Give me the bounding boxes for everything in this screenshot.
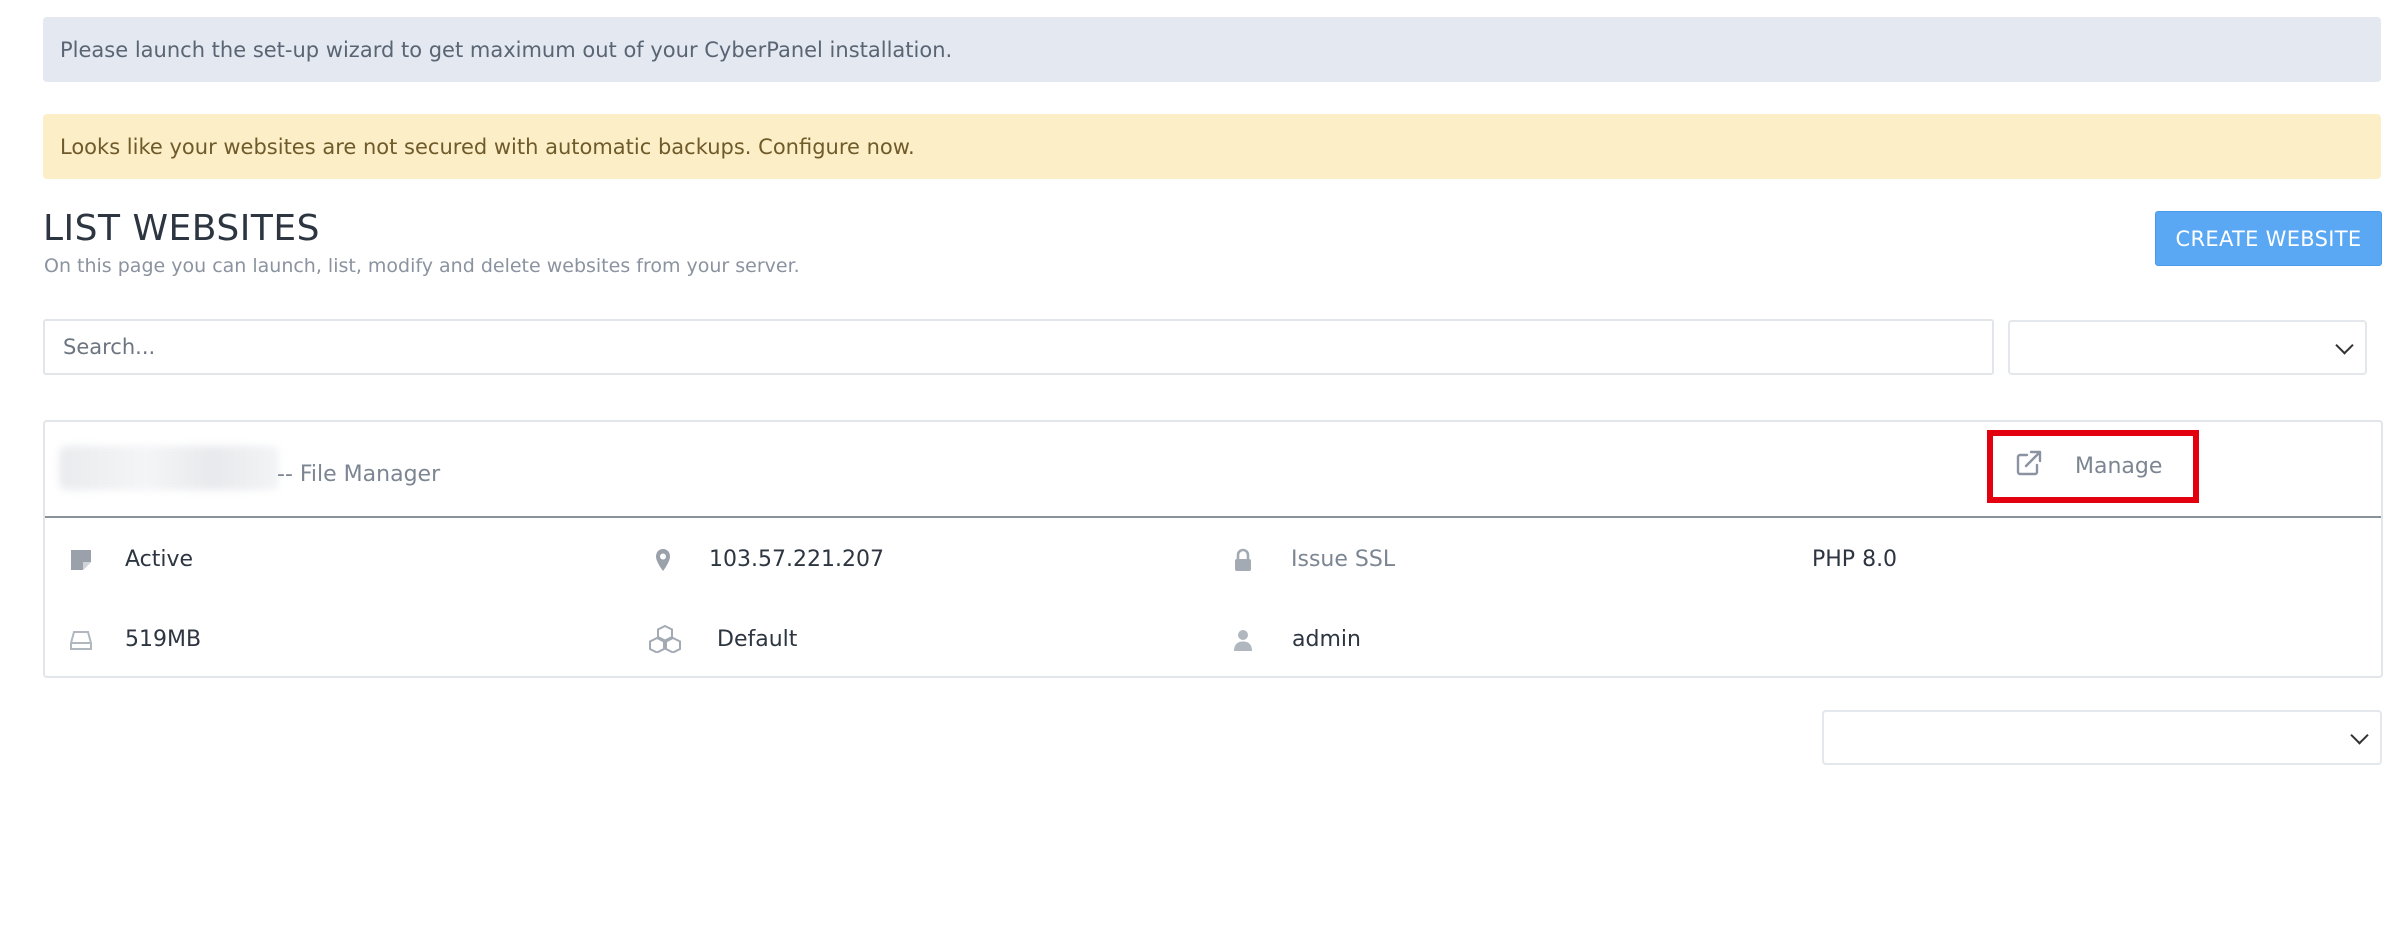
search-input[interactable]: [43, 319, 1994, 375]
php-item: PHP 8.0: [1812, 547, 1897, 572]
page-subtitle: On this page you can launch, list, modif…: [44, 255, 800, 277]
external-link-icon: [2016, 450, 2042, 475]
cubes-icon: [649, 625, 681, 653]
website-card: -- File Manager Manage Active 103.57.221…: [43, 420, 2383, 678]
package-value: Default: [717, 626, 798, 652]
map-marker-icon: [656, 548, 670, 571]
pagination-select[interactable]: [1822, 710, 2382, 765]
owner-value: admin: [1292, 627, 1361, 652]
chevron-down-icon: [2335, 335, 2354, 355]
create-website-button[interactable]: CREATE WEBSITE: [2155, 211, 2382, 266]
hdd-icon: [70, 630, 92, 650]
note-icon: [71, 549, 91, 570]
disk-item: 519MB: [69, 627, 201, 652]
website-domain-redacted[interactable]: [59, 446, 279, 490]
package-item: Default: [649, 625, 797, 653]
ip-value: 103.57.221.207: [709, 547, 884, 572]
create-website-button-label: CREATE WEBSITE: [2175, 226, 2362, 251]
status-item: Active: [69, 547, 193, 572]
owner-item: admin: [1231, 627, 1361, 652]
setup-wizard-alert[interactable]: Please launch the set-up wizard to get m…: [43, 17, 2381, 82]
php-version-value: PHP 8.0: [1812, 547, 1898, 572]
filter-select[interactable]: [2008, 320, 2367, 375]
manage-label: Manage: [2075, 454, 2163, 479]
website-card-header: -- File Manager Manage: [45, 422, 2381, 518]
ssl-item: Issue SSL: [1231, 547, 1395, 572]
backup-alert[interactable]: Looks like your websites are not secured…: [43, 114, 2381, 179]
lock-icon: [1235, 548, 1251, 571]
user-icon: [1234, 629, 1252, 651]
status-value: Active: [125, 547, 194, 572]
backup-alert-text: Looks like your websites are not secured…: [60, 134, 915, 159]
ip-item: 103.57.221.207: [651, 547, 884, 572]
file-manager-link[interactable]: -- File Manager: [277, 462, 440, 487]
chevron-down-icon: [2350, 725, 2369, 745]
disk-usage-value: 519MB: [125, 627, 202, 652]
issue-ssl-link[interactable]: Issue SSL: [1291, 547, 1395, 572]
page: Please launch the set-up wizard to get m…: [0, 0, 2406, 952]
page-title: LIST WEBSITES: [43, 208, 320, 249]
manage-button[interactable]: Manage: [1987, 430, 2199, 503]
setup-wizard-alert-text: Please launch the set-up wizard to get m…: [60, 37, 953, 62]
